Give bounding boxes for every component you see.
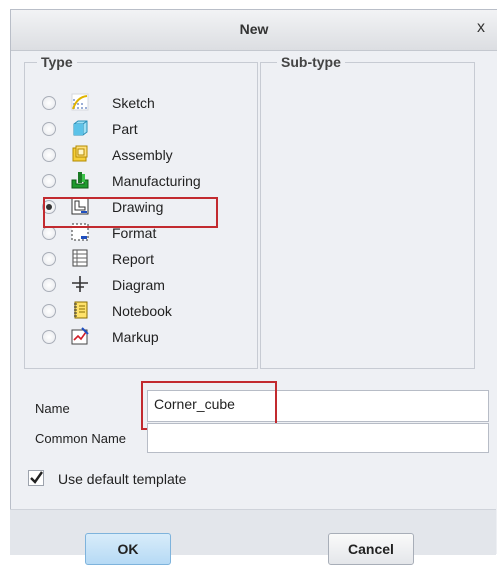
subtype-group: Sub-type [260, 54, 475, 369]
checkmark-icon [30, 471, 43, 484]
type-label-manufacturing: Manufacturing [112, 173, 201, 189]
type-label-report: Report [112, 251, 155, 267]
manufacturing-icon [71, 172, 89, 189]
type-option-report[interactable]: Report [25, 246, 255, 272]
title-bar: New x [11, 10, 497, 51]
radio-manufacturing[interactable] [42, 174, 56, 188]
radio-diagram[interactable] [42, 278, 56, 292]
type-option-part[interactable]: Part [25, 116, 255, 142]
type-legend: Type [37, 54, 77, 70]
button-bar [10, 509, 496, 555]
type-option-assembly[interactable]: Assembly [25, 142, 255, 168]
part-icon [73, 120, 88, 136]
common-name-label: Common Name [35, 431, 127, 446]
type-label-notebook: Notebook [112, 303, 172, 319]
type-label-assembly: Assembly [112, 147, 173, 163]
radio-part[interactable] [42, 122, 56, 136]
dialog-title: New [239, 21, 269, 37]
subtype-legend: Sub-type [277, 54, 345, 70]
type-option-sketch[interactable]: Sketch [25, 90, 255, 116]
type-label-diagram: Diagram [112, 277, 165, 293]
sketch-icon [71, 93, 89, 111]
type-option-markup[interactable]: Markup [25, 324, 255, 350]
use-default-template-label: Use default template [58, 471, 187, 487]
radio-report[interactable] [42, 252, 56, 266]
type-option-manufacturing[interactable]: Manufacturing [25, 168, 255, 194]
drawing-highlight-box [43, 197, 218, 228]
radio-sketch[interactable] [42, 96, 56, 110]
radio-assembly[interactable] [42, 148, 56, 162]
radio-notebook[interactable] [42, 304, 56, 318]
notebook-icon [74, 301, 88, 319]
type-option-notebook[interactable]: Notebook [25, 298, 255, 324]
close-icon[interactable]: x [477, 19, 485, 37]
type-label-markup: Markup [112, 329, 159, 345]
common-name-input[interactable] [147, 423, 489, 453]
name-label: Name [35, 401, 70, 416]
assembly-icon [72, 145, 88, 162]
type-label-sketch: Sketch [112, 95, 155, 111]
use-default-template-checkbox[interactable] [28, 470, 44, 486]
report-icon [72, 249, 88, 267]
radio-markup[interactable] [42, 330, 56, 344]
type-option-diagram[interactable]: Diagram [25, 272, 255, 298]
cancel-button[interactable]: Cancel [328, 533, 414, 565]
markup-icon [71, 327, 89, 345]
ok-button[interactable]: OK [85, 533, 171, 565]
radio-format[interactable] [42, 226, 56, 240]
type-label-part: Part [112, 121, 138, 137]
diagram-icon [72, 276, 88, 292]
